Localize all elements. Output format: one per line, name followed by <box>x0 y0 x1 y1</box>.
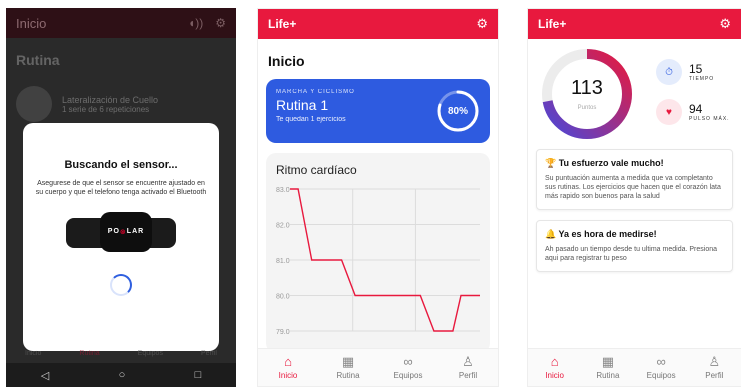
nav-rutina[interactable]: ▦ Rutina <box>586 354 630 381</box>
section-title: Rutina <box>16 52 60 68</box>
measure-card-title: 🔔 Ya es hora de medirse! <box>545 229 657 240</box>
nav-inicio[interactable]: ⌂ Inicio <box>533 354 577 381</box>
nav-inicio[interactable]: ⌂ Inicio <box>266 354 310 381</box>
profile-icon: ♙ <box>462 354 474 369</box>
heart-rate-title: Ritmo cardíaco <box>276 163 357 177</box>
stopwatch-icon: ⏱ <box>656 59 682 85</box>
points-value: 113 <box>571 77 603 99</box>
nav-equipos[interactable]: ∞ Equipos <box>639 354 683 381</box>
heart-rate-sensor-image: PO ⊗ LAR <box>66 210 176 256</box>
heart-rate-chart: 83.0 82.0 81.0 80.0 79.0 <box>276 187 480 336</box>
points-donut: 113 Puntos <box>540 47 634 141</box>
header-title: Inicio <box>16 15 47 31</box>
tab-perfil[interactable]: Perfil <box>201 350 217 357</box>
home-icon: ⌂ <box>284 354 292 369</box>
phone-stats: Life+ ⚙ 113 Puntos ⏱ 15 TIEMPO ♥ 94 PULS… <box>527 8 741 387</box>
stage: Inicio ◖)) ⚙ Rutina Lateralización de Cu… <box>0 0 741 387</box>
stat-pulse: ♥ 94 PULSO MÁX. <box>656 99 730 125</box>
app-title: Life+ <box>268 17 297 31</box>
tab-equipos[interactable]: Equipos <box>138 350 163 357</box>
app-header: Life+ ⚙ <box>258 9 498 39</box>
nav-equipos[interactable]: ∞ Equipos <box>386 354 430 381</box>
app-header: Inicio ◖)) ⚙ <box>6 8 236 38</box>
android-nav-bar: ◁ ○ □ <box>6 363 236 387</box>
nav-perfil[interactable]: ♙ Perfil <box>446 354 490 381</box>
tab-inicio[interactable]: Inicio <box>25 350 41 357</box>
calendar-icon: ▦ <box>601 354 615 369</box>
equipment-icon: ∞ <box>656 354 666 369</box>
stat-time-value: 15 <box>689 62 703 76</box>
home-icon: ⌂ <box>550 354 559 369</box>
measure-card-text: Ah pasado un tiempo desde tu ultima medi… <box>545 246 717 263</box>
routine-progress-label: 80% <box>447 105 468 117</box>
list-item[interactable]: Lateralización de Cuello 1 serie de 6 re… <box>6 82 236 126</box>
heart-rate-card[interactable]: Ritmo cardíaco 83.0 82.0 81.0 80.0 79.0 <box>266 153 490 353</box>
equipment-icon: ∞ <box>403 354 413 369</box>
bottom-nav: ⌂ Inicio ▦ Rutina ∞ Equipos ♙ Perfil <box>258 348 498 386</box>
nav-rutina[interactable]: ▦ Rutina <box>326 354 370 381</box>
dialog-text: Asegurese de que el sensor se encuentre … <box>35 180 207 197</box>
app-title: Life+ <box>538 17 567 31</box>
y-tick-label: 79.0 <box>276 329 290 336</box>
sensor-search-dialog: Buscando el sensor... Asegurese de que e… <box>23 123 219 351</box>
points-label: Puntos <box>577 105 597 111</box>
stat-pulse-label: PULSO MÁX. <box>689 116 730 122</box>
gear-icon[interactable]: ⚙ <box>215 16 226 30</box>
calendar-icon: ▦ <box>341 354 355 369</box>
app-header: Life+ ⚙ <box>528 9 741 39</box>
item-title: Lateralización de Cuello <box>62 94 159 105</box>
loading-spinner-icon <box>110 273 132 296</box>
sound-icon[interactable]: ◖)) <box>188 16 203 30</box>
stat-pulse-value: 94 <box>689 102 703 116</box>
tab-rutina[interactable]: Rutina <box>79 350 99 357</box>
y-tick-label: 83.0 <box>276 187 290 194</box>
home-circle-icon[interactable]: ○ <box>119 369 126 381</box>
phone-sensor-search: Inicio ◖)) ⚙ Rutina Lateralización de Cu… <box>6 8 236 387</box>
back-icon[interactable]: ◁ <box>41 369 49 382</box>
gear-icon[interactable]: ⚙ <box>476 16 488 32</box>
sensor-brand-left: PO <box>107 228 120 236</box>
stats-section: 113 Puntos ⏱ 15 TIEMPO ♥ 94 PULSO MÁX. <box>528 39 741 149</box>
effort-card: 🏆 Tu esfuerzo vale mucho! Su puntuación … <box>536 149 733 211</box>
phone-home: Life+ ⚙ Inicio MARCHA Y CICLISMO Rutina … <box>257 8 499 387</box>
effort-card-title: 🏆 Tu esfuerzo vale mucho! <box>545 158 664 168</box>
routine-progress-ring: 80% <box>436 89 480 133</box>
nav-perfil[interactable]: ♙ Perfil <box>692 354 736 381</box>
gear-icon[interactable]: ⚙ <box>719 16 731 32</box>
sensor-brand-right: LAR <box>126 228 145 236</box>
bottom-nav: ⌂ Inicio ▦ Rutina ∞ Equipos ♙ Perfil <box>528 348 741 386</box>
stat-time-label: TIEMPO <box>689 76 715 82</box>
item-sub: 1 serie de 6 repeticiones <box>62 104 150 114</box>
measure-card[interactable]: 🔔 Ya es hora de medirse! Ah pasado un ti… <box>536 220 733 273</box>
recents-icon[interactable]: □ <box>195 369 202 381</box>
y-tick-label: 82.0 <box>276 223 290 230</box>
heart-icon: ♥ <box>656 99 682 125</box>
dialog-title: Buscando el sensor... <box>64 159 178 171</box>
y-tick-label: 81.0 <box>276 258 290 265</box>
exercise-avatar <box>16 86 52 122</box>
stat-time: ⏱ 15 TIEMPO <box>656 59 714 85</box>
profile-icon: ♙ <box>708 354 721 369</box>
effort-card-text: Su puntuación aumenta a medida que va co… <box>545 175 721 201</box>
y-tick-label: 80.0 <box>276 294 290 301</box>
page-title: Inicio <box>268 53 305 69</box>
routine-card[interactable]: MARCHA Y CICLISMO Rutina 1 Te quedan 1 e… <box>266 79 490 143</box>
bottom-tabs: Inicio Rutina Equipos Perfil <box>6 343 236 363</box>
